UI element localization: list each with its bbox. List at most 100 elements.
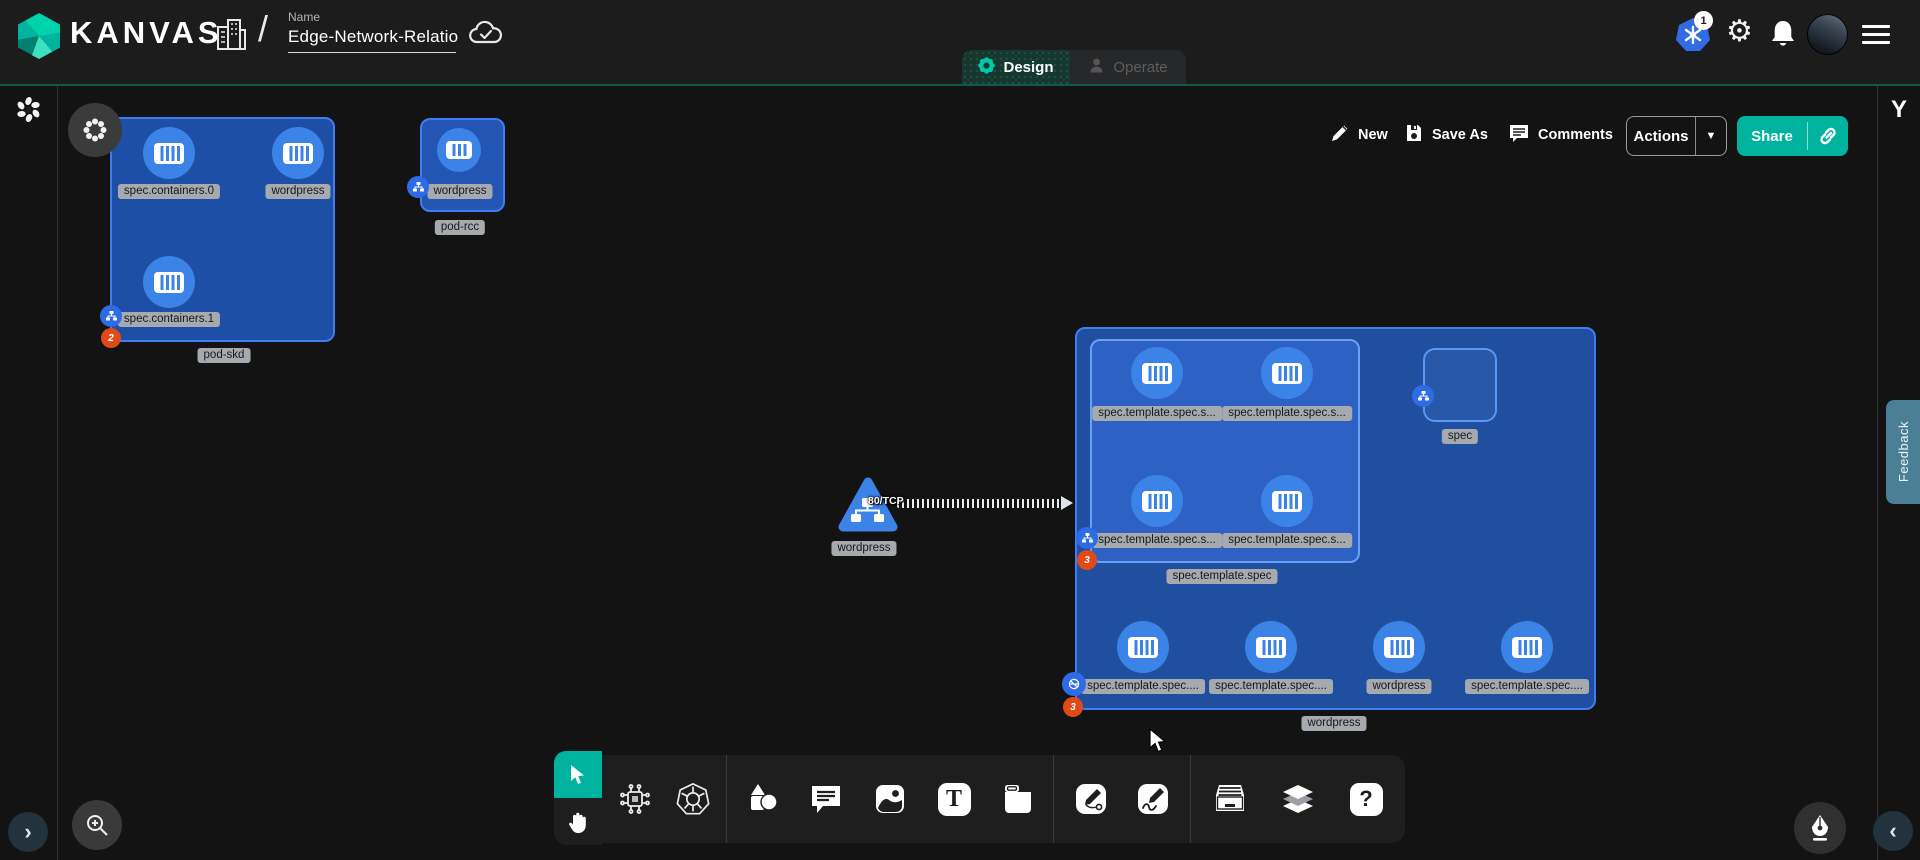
floppy-icon [1404,123,1424,147]
node-label: spec [1442,429,1478,444]
container-node[interactable] [1373,621,1425,673]
issue-count-badge[interactable]: 3 [1063,697,1083,717]
node-label: spec.template.spec.... [1081,679,1205,694]
layers-icon [1279,781,1317,817]
group-label: pod-rcc [435,220,485,235]
issue-count-badge[interactable]: 3 [1077,550,1097,570]
node-label: spec.containers.1 [118,312,220,327]
node-label: wordpress [265,184,330,199]
node-label: spec.template.spec.... [1465,679,1589,694]
save-as-label: Save As [1432,127,1488,143]
notifications-bell-icon[interactable] [1768,18,1798,50]
collapse-right-panel-button[interactable]: ‹ [1873,811,1913,851]
node-spec[interactable] [1423,348,1497,422]
comment-icon [1508,123,1530,147]
container-icon [1128,637,1158,658]
relationship-badge-icon[interactable] [407,176,429,198]
expand-left-panel-button[interactable]: › [8,812,48,852]
select-tool-button[interactable] [554,751,602,798]
share-button[interactable]: Share [1737,116,1848,156]
design-name-input[interactable]: Edge-Network-Relatio [288,27,458,47]
organization-icon[interactable] [214,16,248,52]
sketch-tool-button[interactable] [1134,780,1172,818]
share-label: Share [1737,128,1807,145]
help-tool-button[interactable]: ? [1347,780,1385,818]
pen-nib-button[interactable] [1794,802,1846,854]
actions-label: Actions [1627,128,1695,145]
node-label: spec.template.spec.s... [1222,406,1352,421]
kubernetes-tool-button[interactable] [674,780,712,818]
actions-button[interactable]: Actions ▼ [1626,116,1727,156]
magnifier-plus-icon [84,812,110,838]
text-tool-button[interactable]: T [935,780,973,818]
link-icon[interactable] [1808,125,1848,147]
node-label: spec.template.spec.s... [1092,406,1222,421]
drawer-tool-button[interactable] [1211,780,1249,818]
container-icon [1142,363,1172,384]
zoom-button[interactable] [72,800,122,850]
question-icon: ? [1350,783,1383,816]
component-tool-button[interactable] [616,780,654,818]
chevron-left-icon: ‹ [1889,818,1896,844]
relationship-badge-icon[interactable] [1412,385,1434,407]
pen-tool-button[interactable] [1072,780,1110,818]
feedback-label: Feedback [1896,421,1911,482]
container-node[interactable] [437,128,481,172]
edge-service-to-deployment[interactable] [897,499,1063,508]
bottom-toolbar: T [554,751,1405,845]
layers-tool-button[interactable] [1279,780,1317,818]
container-node[interactable] [143,256,195,308]
tab-design[interactable]: Design [962,50,1070,84]
node-label: spec.template.spec.s... [1092,533,1222,548]
avatar[interactable] [1807,14,1848,55]
container-icon [154,143,184,164]
sketch-pencil-icon [1135,781,1171,817]
relationship-badge-icon[interactable] [1076,527,1098,549]
container-node[interactable] [1261,347,1313,399]
node-label: spec.template.spec.... [1209,679,1333,694]
flower-icon [82,117,108,143]
breadcrumb-slash: / [258,8,268,50]
chip-icon [617,781,653,817]
chevron-down-icon[interactable]: ▼ [1696,130,1726,142]
design-name-label: Name [288,10,320,24]
service-node[interactable] [838,476,898,539]
comment-tool-button[interactable] [807,780,845,818]
container-node[interactable] [1261,475,1313,527]
container-node[interactable] [1501,621,1553,673]
image-tool-button[interactable] [871,780,909,818]
edge-arrowhead [1061,496,1073,510]
container-node[interactable] [1131,475,1183,527]
issue-count-badge[interactable]: 2 [101,328,121,348]
container-icon [1512,637,1542,658]
cloud-save-icon[interactable] [468,20,504,48]
header-accent-line [0,84,1920,86]
branch-icon[interactable]: Y [1887,96,1911,124]
container-node[interactable] [1117,621,1169,673]
container-icon [1272,363,1302,384]
shapes-tool-button[interactable] [743,780,781,818]
tab-operate[interactable]: Operate [1070,50,1186,84]
hamburger-menu-icon[interactable] [1862,25,1890,49]
container-node[interactable] [272,127,324,179]
pen-icon [1073,781,1109,817]
mode-tabs: Design Operate [962,50,1186,84]
pan-tool-button[interactable] [554,798,602,845]
note-tool-button[interactable] [999,780,1037,818]
feedback-tab[interactable]: Feedback [1886,400,1920,504]
settings-gear-icon[interactable]: ⚙ [1726,17,1753,47]
save-as-button[interactable]: Save As [1404,123,1488,147]
new-button[interactable]: New [1330,123,1388,147]
container-icon [1256,637,1286,658]
container-node[interactable] [1245,621,1297,673]
comments-button[interactable]: Comments [1508,123,1613,147]
pointer-tools [554,751,602,845]
container-node[interactable] [1131,347,1183,399]
kubernetes-icon [675,781,711,817]
relationship-badge-icon[interactable] [100,305,122,327]
annotation-badge-icon[interactable] [1062,672,1086,696]
pinwheel-icon[interactable] [15,96,42,128]
container-icon [446,141,472,159]
container-node[interactable] [143,127,195,179]
floating-flower-button[interactable] [68,103,122,157]
